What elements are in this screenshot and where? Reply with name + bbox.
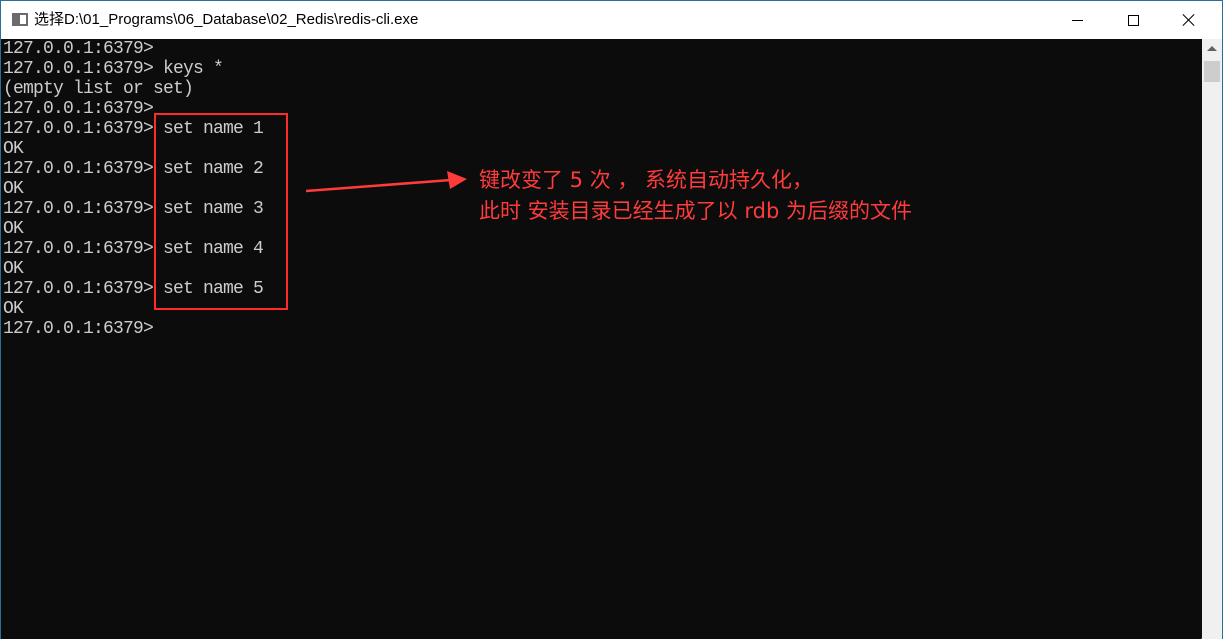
- console-line: OK: [3, 259, 24, 279]
- close-button[interactable]: [1161, 1, 1217, 39]
- arrow-head: [447, 171, 467, 189]
- scroll-up-button[interactable]: [1202, 39, 1222, 57]
- title-bar[interactable]: 选择D:\01_Programs\06_Database\02_Redis\re…: [1, 1, 1222, 39]
- annotation-line-1: 键改变了 5 次 ， 系统自动持久化，: [479, 168, 814, 192]
- annotation-arrow: [305, 171, 467, 193]
- console-line: OK: [3, 219, 24, 239]
- console-line: 127.0.0.1:6379>: [3, 99, 154, 119]
- console-window: 选择D:\01_Programs\06_Database\02_Redis\re…: [0, 0, 1223, 639]
- console-line: OK: [3, 299, 24, 319]
- console-line: OK: [3, 179, 24, 199]
- vertical-scrollbar[interactable]: [1202, 39, 1222, 639]
- console-line: 127.0.0.1:6379> keys *: [3, 59, 224, 79]
- console-line: (empty list or set): [3, 79, 194, 99]
- maximize-icon: [1127, 14, 1139, 26]
- console-line: OK: [3, 139, 24, 159]
- minimize-icon: [1071, 19, 1083, 21]
- close-icon: [1183, 14, 1195, 26]
- window-title: 选择D:\01_Programs\06_Database\02_Redis\re…: [34, 11, 419, 28]
- console-line: 127.0.0.1:6379>: [3, 39, 154, 59]
- minimize-button[interactable]: [1049, 1, 1105, 39]
- highlight-box: [154, 113, 288, 310]
- arrow-shaft: [305, 178, 452, 193]
- maximize-button[interactable]: [1105, 1, 1161, 39]
- chevron-up-icon: [1207, 45, 1217, 51]
- scroll-thumb[interactable]: [1204, 61, 1220, 82]
- annotation-line-2: 此时 安装目录已经生成了以 rdb 为后缀的文件: [479, 199, 912, 223]
- console-app-icon[interactable]: [12, 13, 28, 26]
- console-line: 127.0.0.1:6379>: [3, 319, 154, 339]
